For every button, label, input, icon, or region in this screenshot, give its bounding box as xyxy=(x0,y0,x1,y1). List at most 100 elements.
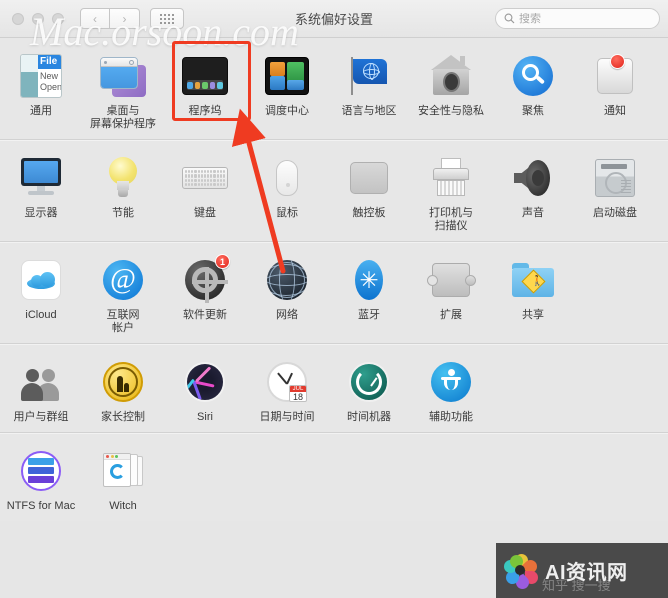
pref-label: 启动磁盘 xyxy=(593,207,637,219)
close-button[interactable] xyxy=(12,12,24,25)
pref-item-users-groups[interactable]: 用户与群组 xyxy=(0,354,82,424)
energy-saver-icon xyxy=(99,154,147,202)
maximize-button[interactable] xyxy=(52,12,64,25)
displays-icon xyxy=(17,154,65,202)
pref-label: Witch xyxy=(109,500,137,512)
internet-accounts-icon: @ xyxy=(99,256,147,304)
pref-item-notifications[interactable]: 通知 xyxy=(574,48,656,131)
pref-label: 调度中心 xyxy=(265,105,309,117)
pref-item-internet-accounts[interactable]: @ 互联网 帐户 xyxy=(82,252,164,335)
back-button[interactable]: ‹ xyxy=(80,8,110,29)
sharing-icon: 🚶 xyxy=(509,256,557,304)
pref-label: 鼠标 xyxy=(276,207,298,219)
accessibility-icon xyxy=(427,358,475,406)
pref-label: 互联网 帐户 xyxy=(106,309,140,334)
pref-label: 语言与地区 xyxy=(341,105,397,117)
pref-label: 网络 xyxy=(276,309,298,321)
icloud-icon xyxy=(17,256,65,304)
navigation-buttons: ‹ › xyxy=(80,8,140,29)
search-input[interactable] xyxy=(519,12,649,25)
pref-item-desktop-screensaver[interactable]: 桌面与 屏幕保护程序 xyxy=(82,48,164,131)
minimize-button[interactable] xyxy=(32,12,44,25)
mission-control-icon xyxy=(263,52,311,100)
preferences-row: NTFS for Mac Witch xyxy=(0,433,668,521)
pref-label: 桌面与 屏幕保护程序 xyxy=(90,105,156,130)
pref-item-sharing[interactable]: 🚶 共享 xyxy=(492,252,574,335)
pref-item-sound[interactable]: 声音 xyxy=(492,150,574,233)
keyboard-icon xyxy=(181,154,229,202)
pref-label: Siri xyxy=(197,411,213,423)
mouse-icon xyxy=(263,154,311,202)
pref-item-startup-disk[interactable]: 启动磁盘 xyxy=(574,150,656,233)
security-privacy-icon xyxy=(427,52,475,100)
calendar-day: 18 xyxy=(292,392,303,402)
pref-label: 蓝牙 xyxy=(358,309,380,321)
show-all-button[interactable] xyxy=(150,8,184,29)
parental-controls-icon xyxy=(99,358,147,406)
startup-disk-icon xyxy=(591,154,639,202)
preferences-row: iCloud @ 互联网 帐户 1 软件更新 网络 ✳ 蓝牙 扩展 共享 xyxy=(0,242,668,344)
chevron-right-icon: › xyxy=(122,11,127,26)
time-machine-icon xyxy=(345,358,393,406)
preferences-grid: File New Open 通用 桌面与 屏幕保护程序 程序坞 调度中心 语言与… xyxy=(0,38,668,521)
preferences-row: 用户与群组 家长控制 Siri JUL 18 日期与时间 时间机器 辅助功能 xyxy=(0,344,668,433)
printers-scanners-icon xyxy=(427,154,475,202)
pref-item-siri[interactable]: Siri xyxy=(164,354,246,424)
watermark-subtext: 知乎 搜一搜 xyxy=(542,578,611,593)
pref-label: 软件更新 xyxy=(183,309,227,321)
users-groups-icon xyxy=(17,358,65,406)
pref-item-parental-controls[interactable]: 家长控制 xyxy=(82,354,164,424)
preferences-row: 显示器 节能 键盘 鼠标 触控板 打印机与 扫描仪 声音 启动磁盘 xyxy=(0,140,668,242)
system-preferences-window: ‹ › 系统偏好设置 搜索 File New Open 通用 桌面与 屏幕保护程… xyxy=(0,0,668,598)
pref-label: 辅助功能 xyxy=(429,411,473,423)
pref-item-mission-control[interactable]: 调度中心 xyxy=(246,48,328,131)
pref-item-accessibility[interactable]: 辅助功能 xyxy=(410,354,492,424)
pref-item-software-update[interactable]: 1 软件更新 xyxy=(164,252,246,335)
pref-item-security-privacy[interactable]: 安全性与隐私 xyxy=(410,48,492,131)
software-update-icon: 1 xyxy=(181,254,230,304)
witch-icon xyxy=(99,447,147,495)
pref-item-ntfs-for-mac[interactable]: NTFS for Mac xyxy=(0,443,82,513)
extensions-icon xyxy=(427,256,476,304)
notifications-icon xyxy=(591,52,639,100)
preferences-row: File New Open 通用 桌面与 屏幕保护程序 程序坞 调度中心 语言与… xyxy=(0,38,668,140)
traffic-lights xyxy=(12,12,64,25)
pref-item-bluetooth[interactable]: ✳ 蓝牙 xyxy=(328,252,410,335)
search-field[interactable] xyxy=(495,8,660,29)
pref-label: 节能 xyxy=(112,207,134,219)
pref-item-network[interactable]: 网络 xyxy=(246,252,328,335)
language-region-icon xyxy=(345,52,393,100)
pref-item-extensions[interactable]: 扩展 xyxy=(410,252,492,335)
pref-item-time-machine[interactable]: 时间机器 xyxy=(328,354,410,424)
pref-item-printers-scanners[interactable]: 打印机与 扫描仪 xyxy=(410,150,492,233)
pref-item-dock[interactable]: 程序坞 xyxy=(164,48,246,131)
pref-item-icloud[interactable]: iCloud xyxy=(0,252,82,335)
forward-button[interactable]: › xyxy=(110,8,140,29)
pref-item-spotlight[interactable]: 聚焦 xyxy=(492,48,574,131)
pref-item-displays[interactable]: 显示器 xyxy=(0,150,82,233)
pref-label: 安全性与隐私 xyxy=(418,105,484,117)
pref-item-witch[interactable]: Witch xyxy=(82,443,164,513)
general-icon: File New Open xyxy=(17,52,65,100)
pref-label: NTFS for Mac xyxy=(6,500,76,512)
trackpad-icon xyxy=(345,154,393,202)
pref-item-trackpad[interactable]: 触控板 xyxy=(328,150,410,233)
sound-icon xyxy=(509,154,557,202)
pref-label: 日期与时间 xyxy=(259,411,315,423)
watermark-bottom: AI资讯网 知乎 搜一搜 xyxy=(496,543,668,598)
notification-badge xyxy=(610,54,625,69)
pref-label: 扩展 xyxy=(440,309,462,321)
pref-label: 聚焦 xyxy=(522,105,544,117)
pref-label: 家长控制 xyxy=(101,411,145,423)
pref-item-energy-saver[interactable]: 节能 xyxy=(82,150,164,233)
pref-label: 键盘 xyxy=(194,207,216,219)
desktop-screensaver-icon xyxy=(99,52,147,100)
pref-label: iCloud xyxy=(25,309,57,321)
pref-item-keyboard[interactable]: 键盘 xyxy=(164,150,246,233)
ntfs-for-mac-icon xyxy=(17,447,65,495)
pref-item-general[interactable]: File New Open 通用 xyxy=(0,48,82,131)
pref-label: 时间机器 xyxy=(347,411,391,423)
pref-item-mouse[interactable]: 鼠标 xyxy=(246,150,328,233)
pref-item-language-region[interactable]: 语言与地区 xyxy=(328,48,410,131)
pref-item-date-time[interactable]: JUL 18 日期与时间 xyxy=(246,354,328,424)
